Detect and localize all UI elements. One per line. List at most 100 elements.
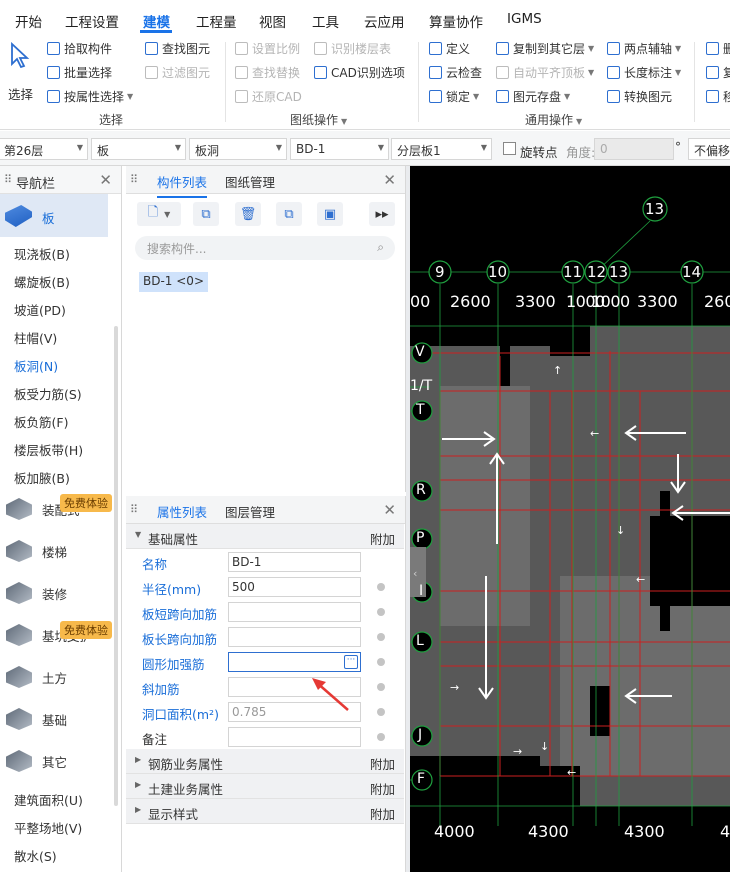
tab-layer-management[interactable]: 图层管理	[225, 502, 275, 521]
attach-radio[interactable]	[377, 733, 385, 741]
element-save-button[interactable]: 图元存盘 ▼	[496, 87, 570, 105]
drawing-canvas[interactable]: ↑ ← ↓ ← → → ↓ ← ‹ 13 9 10 11 12 13 14 00…	[410, 166, 730, 872]
nav-item-slab-main-rebar[interactable]: 板受力筋(S)	[14, 384, 82, 403]
cad-recog-label: CAD识别选项	[331, 65, 405, 80]
svg-text:→: →	[513, 745, 522, 758]
group-basic-properties[interactable]: ▼ 基础属性 附加	[126, 524, 404, 549]
attach-radio[interactable]	[377, 683, 385, 691]
nav-scrollbar[interactable]	[114, 326, 118, 806]
recog-floor-button[interactable]: 识别楼层表	[314, 39, 391, 57]
nav-category-stairs[interactable]: 楼梯	[0, 531, 121, 571]
convert-element-button[interactable]: 转换图元	[607, 87, 672, 105]
attach-radio[interactable]	[377, 583, 385, 591]
attach-radio[interactable]	[377, 708, 385, 716]
type-select[interactable]: 板洞 ▼	[189, 138, 287, 160]
floor-select[interactable]: 第26层 ▼	[0, 138, 88, 160]
menu-quantity[interactable]: 工程量	[196, 11, 237, 31]
group-display-style[interactable]: ▶ 显示样式 附加	[126, 799, 404, 824]
menu-project-settings[interactable]: 工程设置	[65, 11, 119, 31]
component-select[interactable]: BD-1 ▼	[290, 138, 389, 160]
close-icon[interactable]: ✕	[383, 501, 396, 519]
property-value-input[interactable]: ···	[228, 652, 361, 672]
attach-radio[interactable]	[377, 608, 385, 616]
close-icon[interactable]: ✕	[383, 171, 396, 189]
nav-item-spiral-slab[interactable]: 螺旋板(B)	[14, 272, 70, 291]
nav-category-earthwork[interactable]: 土方	[0, 657, 121, 697]
define-button[interactable]: 定义	[429, 39, 470, 57]
menu-tools[interactable]: 工具	[312, 11, 339, 31]
lock-button[interactable]: 锁定 ▼	[429, 87, 479, 105]
two-point-axis-button[interactable]: 两点辅轴 ▼	[607, 39, 681, 57]
auto-align-button[interactable]: 自动平齐顶板 ▼	[496, 63, 594, 81]
property-row-name: 名称 BD-1	[126, 549, 404, 574]
attach-radio[interactable]	[377, 658, 385, 666]
nav-item-column-cap[interactable]: 柱帽(V)	[14, 328, 57, 347]
nav-category-other[interactable]: 其它	[0, 741, 121, 781]
tab-drawing-management[interactable]: 图纸管理	[225, 172, 275, 191]
batch-select-button[interactable]: 批量选择	[47, 63, 112, 81]
menu-start[interactable]: 开始	[15, 11, 42, 31]
angle-input[interactable]: 0	[594, 138, 674, 160]
length-dim-button[interactable]: 长度标注 ▼	[607, 63, 681, 81]
menu-collab[interactable]: 算量协作	[429, 11, 483, 31]
restore-cad-button[interactable]: 还原CAD	[235, 87, 302, 105]
copy-component-button[interactable]: ⧉	[193, 202, 219, 226]
layer-select[interactable]: 分层板1 ▼	[391, 138, 492, 160]
tab-property-list[interactable]: 属性列表	[157, 502, 208, 528]
nav-item-floor-strip[interactable]: 楼层板带(H)	[14, 440, 83, 459]
menu-view[interactable]: 视图	[259, 11, 286, 31]
attach-radio[interactable]	[377, 633, 385, 641]
pick-button[interactable]: 拾取构件	[47, 39, 112, 57]
filter-element-button[interactable]: 过滤图元	[145, 63, 210, 81]
property-value-input[interactable]: 500	[228, 577, 361, 597]
copy-button[interactable]: 复	[706, 63, 730, 81]
property-row-radius: 半径(mm) 500	[126, 574, 404, 599]
new-component-button[interactable]: 🗋 ▼	[137, 202, 181, 226]
menu-modeling[interactable]: 建模	[143, 11, 170, 31]
close-icon[interactable]: ✕	[99, 171, 112, 189]
nav-category-slab[interactable]: 板	[0, 194, 108, 237]
property-value-input[interactable]	[228, 727, 361, 747]
set-scale-button[interactable]: 设置比例	[235, 39, 300, 57]
drag-grip-icon[interactable]: ⠿	[4, 173, 12, 186]
nav-item-slab-hole[interactable]: 板洞(N)	[14, 356, 58, 375]
nav-category-finish[interactable]: 装修	[0, 573, 121, 613]
tab-component-list[interactable]: 构件列表	[157, 172, 208, 198]
nav-item-site-grading[interactable]: 平整场地(V)	[14, 818, 82, 837]
nav-item-cast-slab[interactable]: 现浇板(B)	[14, 244, 70, 263]
drag-grip-icon[interactable]: ⠿	[130, 173, 138, 186]
cad-recog-options-button[interactable]: CAD识别选项	[314, 63, 405, 81]
nav-item-building-area[interactable]: 建筑面积(U)	[14, 790, 83, 809]
select-big-button[interactable]: 选择	[6, 42, 34, 102]
select-by-attr-button[interactable]: 按属性选择 ▼	[47, 87, 133, 105]
nav-category-foundation[interactable]: 基础	[0, 699, 121, 739]
group-civil-properties[interactable]: ▶ 土建业务属性 附加	[126, 774, 404, 799]
layer-copy-button[interactable]: ⧉	[276, 202, 302, 226]
category-select[interactable]: 板 ▼	[91, 138, 186, 160]
menu-cloud[interactable]: 云应用	[364, 11, 405, 31]
ellipsis-button[interactable]: ···	[344, 655, 358, 669]
save-component-button[interactable]: ▣	[317, 202, 343, 226]
rotate-point-checkbox[interactable]	[503, 142, 516, 155]
nav-item-slab-neg-rebar[interactable]: 板负筋(F)	[14, 412, 68, 431]
property-value-input[interactable]: BD-1	[228, 552, 361, 572]
property-value-input[interactable]	[228, 602, 361, 622]
offset-select[interactable]: 不偏移	[688, 138, 730, 160]
property-value-input[interactable]	[228, 627, 361, 647]
group-rebar-properties[interactable]: ▶ 钢筋业务属性 附加	[126, 749, 404, 774]
delete-component-button[interactable]: 🗑	[235, 202, 261, 226]
component-search-input[interactable]: 搜索构件... ⌕	[135, 236, 395, 260]
component-list-item[interactable]: BD-1 <0>	[139, 272, 208, 292]
menu-igms[interactable]: IGMS	[507, 11, 542, 27]
nav-item-apron[interactable]: 散水(S)	[14, 846, 57, 865]
find-element-button[interactable]: 查找图元	[145, 39, 210, 57]
drag-grip-icon[interactable]: ⠿	[130, 503, 138, 516]
cloud-check-button[interactable]: 云检查	[429, 63, 482, 81]
delete-button[interactable]: 删	[706, 39, 730, 57]
nav-item-ramp[interactable]: 坡道(PD)	[14, 300, 66, 319]
more-tools-button[interactable]: ▸▸	[369, 202, 395, 226]
copy-to-floor-button[interactable]: 复制到其它层 ▼	[496, 39, 594, 57]
find-replace-button[interactable]: 查找替换	[235, 63, 300, 81]
move-button[interactable]: 移	[706, 87, 730, 105]
nav-item-slab-haunch[interactable]: 板加腋(B)	[14, 468, 70, 487]
